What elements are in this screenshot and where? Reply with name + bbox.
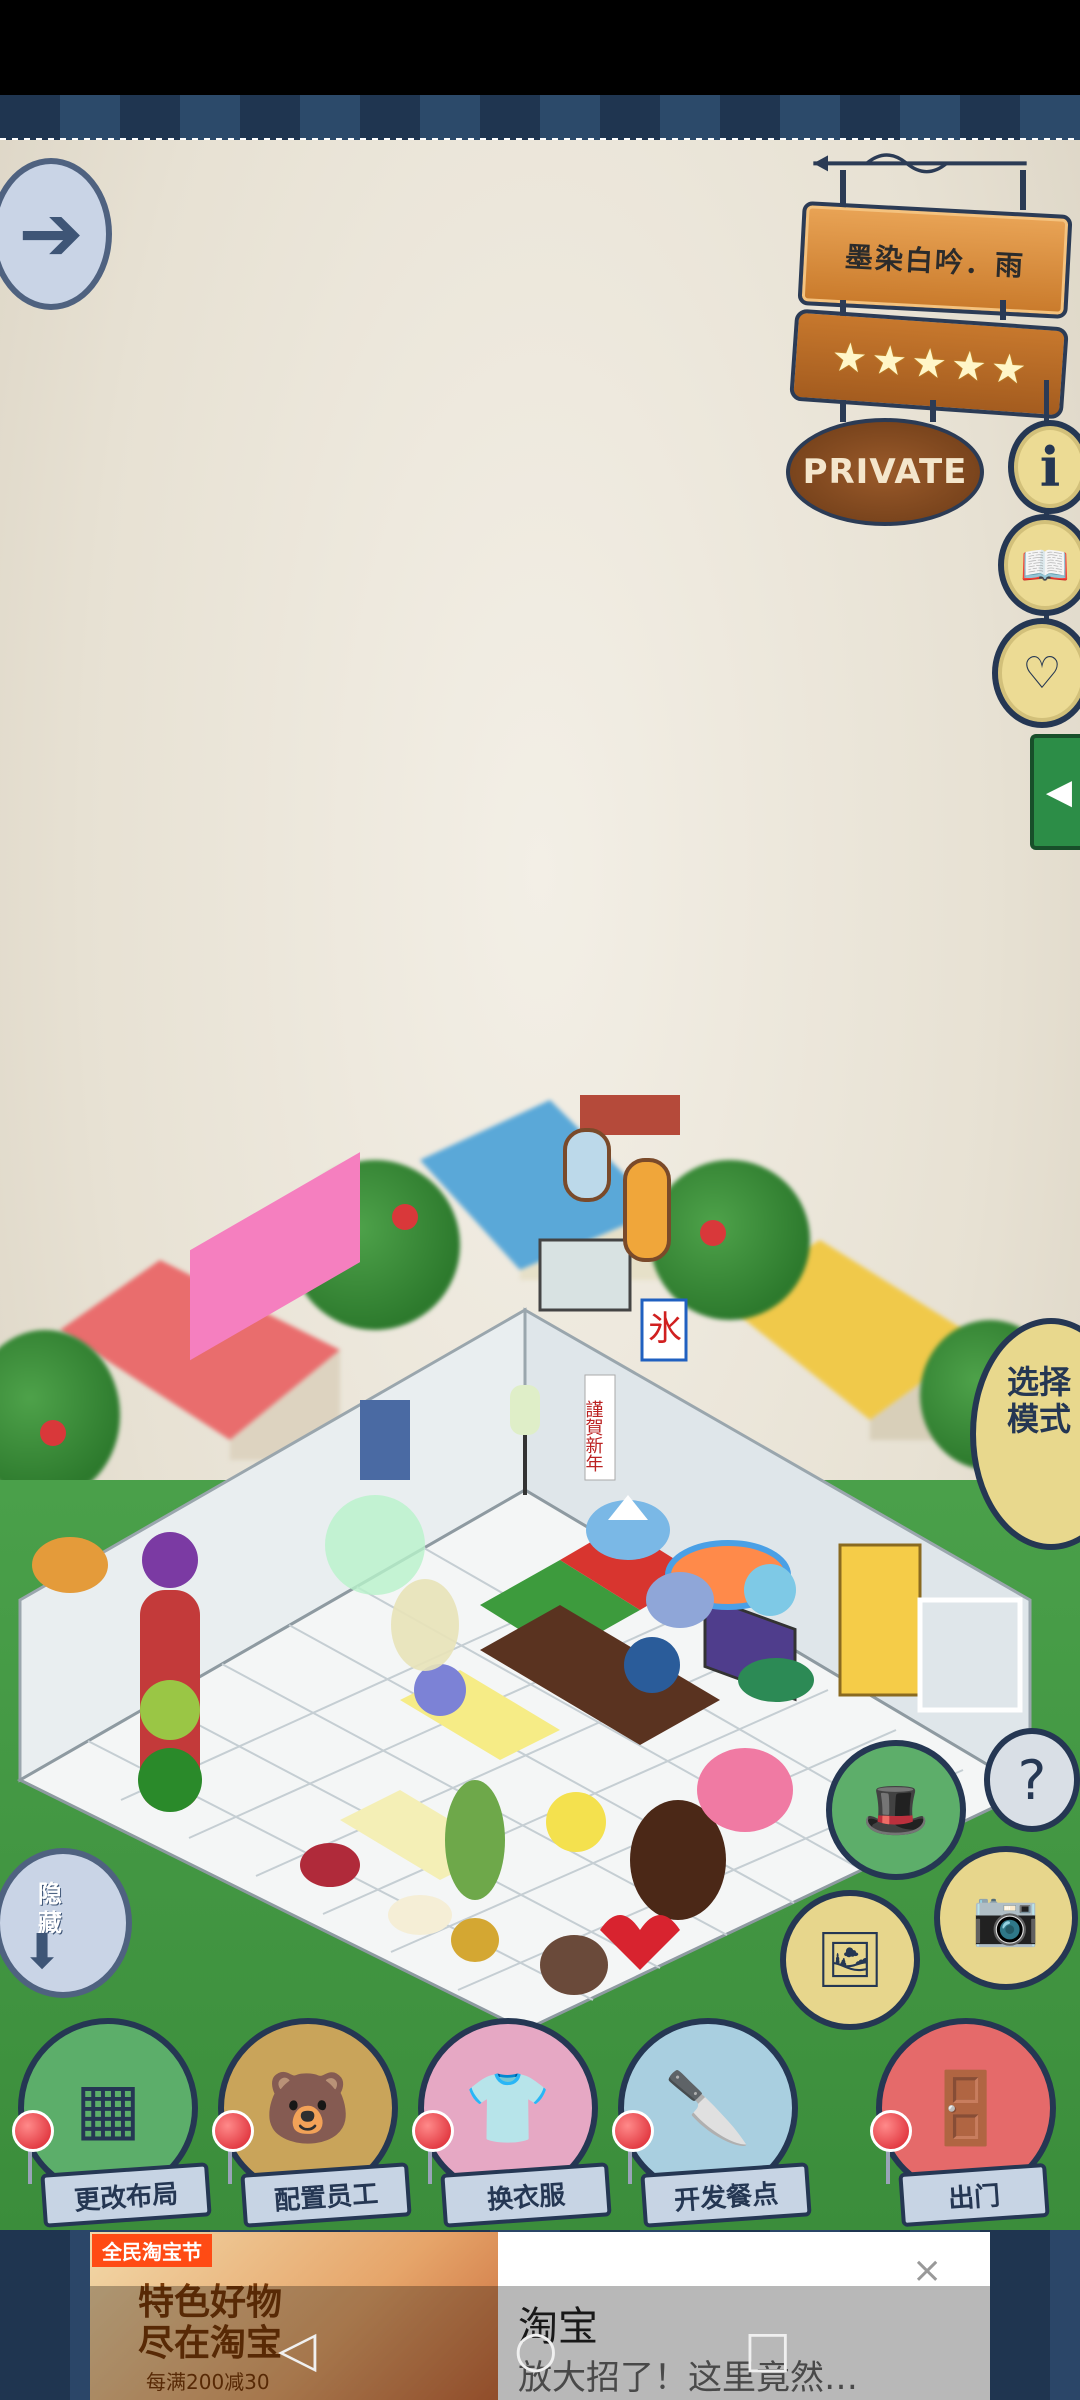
- pin-icon: [412, 2110, 454, 2152]
- down-arrow-icon: ⬇: [22, 1924, 63, 1980]
- restaurant-name: 墨染白吟．雨: [844, 240, 1026, 283]
- info-icon: i: [1039, 435, 1061, 499]
- action-label-box: 配置员工: [240, 2162, 412, 2228]
- sign-bracket: [813, 153, 1027, 174]
- hat-icon: 🎩: [862, 1778, 930, 1841]
- star-icon: ★: [829, 334, 869, 383]
- question-icon: ?: [1017, 1748, 1047, 1812]
- ad-badge: 全民淘宝节: [92, 2234, 212, 2267]
- select-mode-label: 选择模式: [1006, 1363, 1071, 1438]
- apple-tree: [650, 1160, 810, 1320]
- nav-back-icon[interactable]: ◁: [278, 2320, 316, 2378]
- action-label: 配置员工: [273, 2178, 380, 2217]
- sign-chain: [1000, 300, 1006, 320]
- pin-icon: [212, 2110, 254, 2152]
- star-icon: ★: [869, 337, 909, 386]
- privacy-label: PRIVATE: [802, 452, 968, 492]
- star-icon: ★: [949, 342, 989, 391]
- action-label-box: 换衣服: [440, 2162, 612, 2228]
- bear-icon: 🐻: [264, 2066, 352, 2149]
- apple: [330, 1230, 356, 1256]
- help-button[interactable]: ?: [984, 1728, 1080, 1832]
- left-triangle-icon: ◀: [1045, 772, 1073, 812]
- door-icon: 🚪: [922, 2066, 1010, 2149]
- status-bar: [0, 0, 1080, 95]
- apple: [700, 1220, 726, 1246]
- picture-frame-icon: 🖼: [815, 1928, 885, 1991]
- heart-icon: ♡: [1022, 647, 1062, 699]
- pin-icon: [612, 2110, 654, 2152]
- shirt-icon: 👕: [464, 2066, 552, 2149]
- action-label: 开发餐点: [673, 2178, 780, 2217]
- go-out-button[interactable]: 🚪 出门: [870, 2018, 1056, 2228]
- collapse-side-panel-tab[interactable]: ◀: [1030, 734, 1080, 850]
- wardrobe-hat-button[interactable]: 🎩: [826, 1740, 966, 1880]
- restaurant-name-sign: 墨染白吟．雨: [797, 201, 1073, 319]
- photo-album-button[interactable]: 🖼: [780, 1890, 920, 2030]
- sign-chain: [1020, 170, 1026, 210]
- rating-board: ★ ★ ★ ★ ★: [789, 308, 1069, 420]
- change-layout-button[interactable]: ▦ 更改布局: [12, 2018, 212, 2228]
- right-arrow-icon: ➔: [18, 189, 84, 279]
- sign-chain: [930, 400, 936, 422]
- action-label: 换衣服: [486, 2179, 567, 2216]
- apple: [40, 1420, 66, 1446]
- pin-icon: [870, 2110, 912, 2152]
- star-icon: ★: [909, 339, 949, 389]
- top-bunting: [0, 95, 1080, 146]
- close-icon[interactable]: ×: [912, 2250, 942, 2291]
- action-label-box: 开发餐点: [640, 2162, 812, 2228]
- action-label: 出门: [947, 2180, 1002, 2215]
- nav-recents-icon[interactable]: □: [744, 2320, 791, 2378]
- change-clothes-button[interactable]: 👕 换衣服: [412, 2018, 612, 2228]
- nav-home-icon[interactable]: ○: [514, 2320, 558, 2378]
- knife-icon: 🔪: [664, 2066, 752, 2149]
- hide-ui-button[interactable]: 隐藏 ⬇: [0, 1848, 132, 1998]
- develop-dishes-button[interactable]: 🔪 开发餐点: [612, 2018, 812, 2228]
- privacy-badge[interactable]: PRIVATE: [786, 418, 984, 526]
- action-label: 更改布局: [73, 2178, 180, 2217]
- sign-chain: [840, 400, 846, 422]
- book-icon: 📖: [1020, 542, 1070, 589]
- pin-icon: [12, 2110, 54, 2152]
- apple-tree: [290, 1160, 460, 1330]
- camera-icon: 📷: [972, 1886, 1040, 1949]
- star-icon: ★: [989, 345, 1029, 394]
- action-label-box: 更改布局: [40, 2162, 212, 2228]
- action-label-box: 出门: [898, 2162, 1050, 2228]
- apple: [392, 1204, 418, 1230]
- camera-button[interactable]: 📷: [934, 1846, 1078, 1990]
- assign-staff-button[interactable]: 🐻 配置员工: [212, 2018, 412, 2228]
- table-icon: ▦: [74, 2067, 142, 2149]
